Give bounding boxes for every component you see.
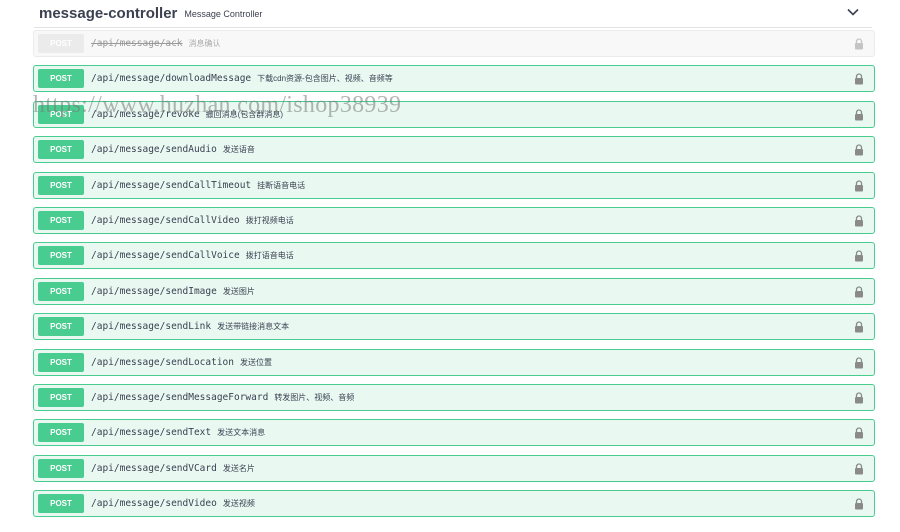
lock-icon[interactable] [854, 73, 864, 85]
operation-sendImage[interactable]: POST /api/message/sendImage 发送图片 [33, 277, 875, 305]
lock-icon[interactable] [854, 215, 864, 227]
lock-icon[interactable] [854, 38, 864, 50]
method-badge: POST [38, 352, 84, 372]
operation-summary: 撤回消息(包含群消息) [205, 109, 283, 119]
method-badge: POST [38, 494, 84, 514]
operation-path: /api/message/sendCallVideo [91, 214, 240, 226]
operation-downloadMessage[interactable]: POST /api/message/downloadMessage 下载cdn资… [33, 65, 875, 93]
operation-summary: 消息确认 [188, 39, 221, 48]
operation-path: /api/message/sendCallTimeout [91, 179, 252, 191]
method-badge: POST [38, 34, 84, 53]
operation-summary: 发送视频 [222, 499, 255, 509]
lock-icon[interactable] [854, 250, 864, 262]
operation-sendCallVideo[interactable]: POST /api/message/sendCallVideo 拨打视频电话 [33, 206, 875, 234]
operation-sendAudio[interactable]: POST /api/message/sendAudio 发送语音 [33, 136, 875, 164]
method-badge: POST [38, 140, 84, 160]
operation-summary: 拨打语音电话 [245, 251, 294, 261]
lock-icon[interactable] [854, 356, 864, 369]
operation-path: /api/message/sendVCard [91, 462, 217, 474]
operation-summary: 发送文本消息 [217, 428, 266, 438]
operation-sendVCard[interactable]: POST /api/message/sendVCard 发送名片 [33, 454, 875, 482]
operation-path: /api/message/sendMessageForward [91, 391, 269, 403]
method-badge: POST [38, 423, 84, 443]
method-badge: POST [38, 317, 84, 337]
method-badge: POST [38, 281, 84, 301]
method-badge: POST [38, 175, 84, 195]
operation-summary: 发送图片 [222, 286, 255, 296]
lock-icon[interactable] [854, 109, 864, 121]
operation-path: /api/message/sendImage [91, 285, 217, 297]
lock-icon[interactable] [854, 286, 864, 298]
operation-sendVideo[interactable]: POST /api/message/sendVideo 发送视频 [33, 490, 875, 518]
operation-summary: 拨打视频电话 [245, 215, 294, 225]
method-badge: POST [38, 387, 84, 407]
lock-icon[interactable] [854, 321, 864, 333]
operation-summary: 发送名片 [222, 463, 255, 473]
lock-icon[interactable] [854, 498, 864, 510]
method-badge: POST [38, 246, 84, 266]
operation-ack[interactable]: POST /api/message/ack 消息确认 [33, 30, 875, 57]
method-badge: POST [38, 458, 84, 478]
operation-path: /api/message/downloadMessage [91, 73, 252, 85]
chevron-down-icon[interactable] [846, 5, 860, 19]
method-badge: POST [38, 104, 84, 124]
operation-path: /api/message/sendLocation [91, 356, 234, 368]
lock-icon[interactable] [854, 144, 864, 156]
section-description: Message Controller [184, 8, 263, 19]
lock-icon[interactable] [854, 392, 864, 404]
operation-sendCallTimeout[interactable]: POST /api/message/sendCallTimeout 挂断语音电话 [33, 171, 875, 199]
operation-revoke[interactable]: POST /api/message/revoke 撤回消息(包含群消息) [33, 100, 875, 128]
operation-summary: 下载cdn资源-包含图片、视频、音频等 [257, 74, 393, 84]
section-header[interactable]: message-controller Message Controller [34, 0, 872, 28]
operation-summary: 转发图片、视频、音频 [274, 392, 355, 402]
section-title: message-controller [39, 5, 178, 22]
operation-summary: 挂断语音电话 [257, 180, 306, 190]
operation-path: /api/message/sendAudio [91, 144, 217, 156]
operation-path: /api/message/sendCallVoice [91, 250, 240, 262]
operation-path: /api/message/sendLink [91, 321, 212, 333]
operation-summary: 发送位置 [240, 357, 272, 367]
operation-sendLocation[interactable]: POST /api/message/sendLocation 发送位置 [33, 348, 875, 376]
operation-sendText[interactable]: POST /api/message/sendText 发送文本消息 [33, 419, 875, 447]
operation-sendMessageForward[interactable]: POST /api/message/sendMessageForward 转发图… [33, 383, 875, 411]
operation-path: /api/message/sendText [91, 427, 212, 439]
operation-sendCallVoice[interactable]: POST /api/message/sendCallVoice 拨打语音电话 [33, 242, 875, 270]
operations-list: POST /api/message/ack 消息确认 POST /api/mes… [33, 30, 875, 525]
lock-icon[interactable] [854, 463, 864, 475]
lock-icon[interactable] [854, 179, 864, 192]
operation-summary: 发送带链接消息文本 [217, 322, 290, 332]
operation-sendLink[interactable]: POST /api/message/sendLink 发送带链接消息文本 [33, 313, 875, 341]
method-badge: POST [38, 69, 84, 89]
operation-path: /api/message/sendVideo [91, 498, 217, 510]
operation-path: /api/message/ack [91, 38, 183, 49]
lock-icon[interactable] [854, 427, 864, 439]
operation-summary: 发送语音 [222, 145, 255, 155]
operation-path: /api/message/revoke [91, 108, 200, 120]
method-badge: POST [38, 210, 84, 230]
